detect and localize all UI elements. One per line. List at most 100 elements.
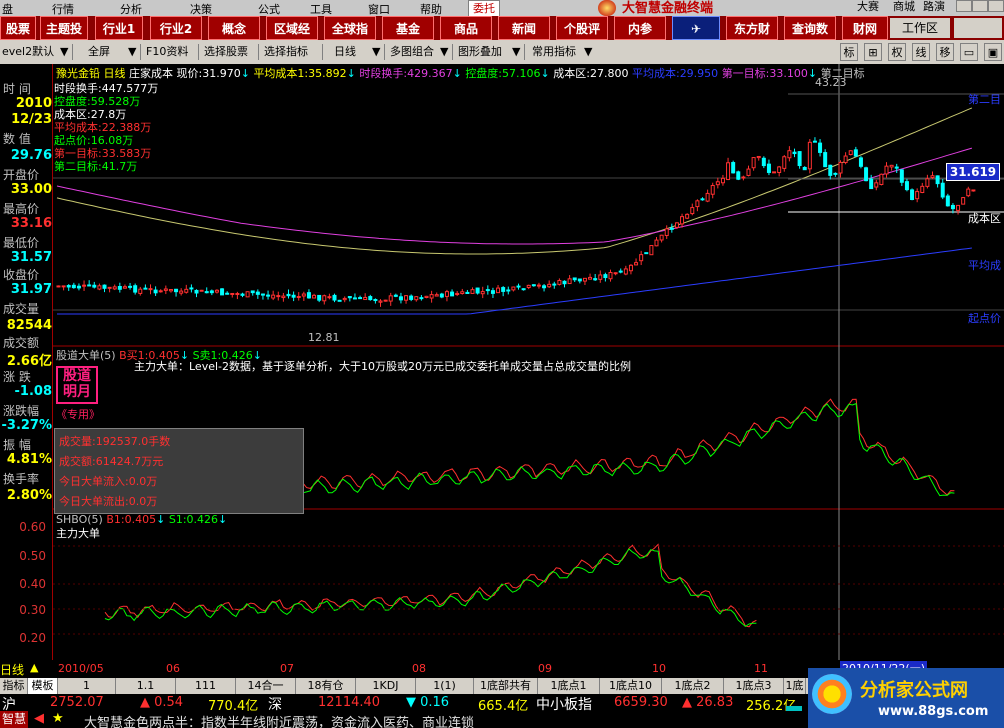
overlay-button[interactable]: 图形叠加 bbox=[458, 44, 502, 60]
select-stock-button[interactable]: 选择股票 bbox=[204, 44, 248, 60]
flower-logo-icon bbox=[812, 674, 852, 714]
toolbar-topic-button[interactable]: 主题投 bbox=[40, 16, 88, 40]
toolbar-insider-button[interactable]: 内参 bbox=[614, 16, 666, 40]
select-indicator-button[interactable]: 选择指标 bbox=[264, 44, 308, 60]
stock-button[interactable]: 股票 bbox=[0, 16, 36, 40]
candle bbox=[654, 239, 659, 247]
x-label-08: 08 bbox=[412, 662, 426, 675]
tab-18-position[interactable]: 18有仓 bbox=[296, 678, 356, 694]
mark-button[interactable]: 标 bbox=[840, 43, 858, 61]
fullscreen-button[interactable]: 全屏 bbox=[88, 44, 110, 60]
toolbar-finance-button[interactable]: 财网 bbox=[842, 16, 888, 40]
ticker-text[interactable]: 大智慧金色两点半：指数半年线附近震荡，资金流入医药、商业连锁 bbox=[84, 712, 794, 728]
common-indicator-button[interactable]: 常用指标 bbox=[532, 44, 576, 60]
start-price-right-label: 起点价 bbox=[968, 312, 1001, 325]
candle bbox=[526, 284, 531, 288]
x-period-marker-icon[interactable]: ▲ bbox=[30, 661, 38, 674]
menu-mall[interactable]: 商城 bbox=[893, 0, 915, 14]
fullscreen-dropdown-icon[interactable]: ▼ bbox=[128, 44, 136, 60]
candle bbox=[792, 151, 797, 155]
candle bbox=[884, 165, 889, 175]
candle bbox=[910, 189, 915, 200]
level-selector[interactable]: evel2默认 bbox=[2, 44, 54, 60]
tab-bottom-1[interactable]: 1底点1 bbox=[538, 678, 600, 694]
period-dropdown-icon[interactable]: ▼ bbox=[372, 44, 380, 60]
stock-name: 豫光金铅 bbox=[56, 67, 100, 80]
tab-1kdj[interactable]: 1KDJ bbox=[356, 678, 416, 694]
tab-bottom-10[interactable]: 1底点10 bbox=[600, 678, 662, 694]
tab-1-paren[interactable]: 1(1) bbox=[416, 678, 474, 694]
candle bbox=[935, 175, 940, 185]
candle bbox=[705, 192, 710, 202]
tab-14-in-1[interactable]: 14合一 bbox=[236, 678, 296, 694]
overlay-dropdown-icon[interactable]: ▼ bbox=[512, 44, 520, 60]
x-label-06: 06 bbox=[166, 662, 180, 675]
amount-label: 成交额 bbox=[3, 336, 40, 350]
toolbar-logo-button[interactable]: ✈ bbox=[672, 16, 720, 40]
tab-111[interactable]: 111 bbox=[176, 678, 236, 694]
toolbar-fund-button[interactable]: 基金 bbox=[382, 16, 434, 40]
toolbar-query-button[interactable]: 查询数 bbox=[784, 16, 836, 40]
f10-button[interactable]: F10资料 bbox=[146, 44, 188, 60]
common-dropdown-icon[interactable]: ▼ bbox=[584, 44, 592, 60]
rights-button[interactable]: 权 bbox=[888, 43, 906, 61]
ticker-left-icon[interactable]: ◀ bbox=[34, 711, 44, 726]
multi-dropdown-icon[interactable]: ▼ bbox=[440, 44, 448, 60]
candle bbox=[414, 296, 419, 301]
zx-index: 6659.30 bbox=[614, 695, 668, 710]
tab-indicator[interactable]: 指标 bbox=[0, 678, 28, 694]
multi-chart-button[interactable]: 多图组合 bbox=[390, 44, 434, 60]
candle bbox=[158, 290, 163, 293]
exclusive-label: 《专用》 bbox=[56, 408, 100, 421]
toolbar-stock-review-button[interactable]: 个股评 bbox=[556, 16, 608, 40]
candle bbox=[291, 294, 296, 298]
candle bbox=[506, 289, 511, 292]
tab-bottom-3[interactable]: 1底点3 bbox=[724, 678, 784, 694]
candle bbox=[761, 157, 766, 167]
candle bbox=[726, 162, 731, 181]
level-dropdown-icon[interactable]: ▼ bbox=[60, 44, 68, 60]
toolbar-concept-button[interactable]: 概念 bbox=[208, 16, 260, 40]
candle bbox=[869, 178, 874, 190]
move-button[interactable]: 移 bbox=[936, 43, 954, 61]
menu-contest[interactable]: 大赛 bbox=[857, 0, 879, 14]
candle bbox=[823, 152, 828, 168]
candle bbox=[833, 172, 838, 175]
candle bbox=[133, 285, 138, 293]
close-button[interactable] bbox=[988, 0, 1004, 12]
grid-button[interactable]: ⊞ bbox=[864, 43, 882, 61]
candle bbox=[424, 295, 429, 298]
line-button[interactable]: 线 bbox=[912, 43, 930, 61]
period-selector[interactable]: 日线 bbox=[334, 44, 356, 60]
toolbar-eastmoney-button[interactable]: 东方财 bbox=[726, 16, 778, 40]
candle bbox=[352, 297, 357, 300]
toolbar-industry2-button[interactable]: 行业2 bbox=[150, 16, 202, 40]
candle bbox=[312, 294, 317, 299]
tab-bottom-2[interactable]: 1底点2 bbox=[662, 678, 724, 694]
menu-roadshow[interactable]: 路演 bbox=[923, 0, 945, 14]
workspace-button[interactable]: 工作区 bbox=[890, 18, 950, 38]
maximize-chart-button[interactable]: ▣ bbox=[984, 43, 1002, 61]
tab-1-1[interactable]: 1.1 bbox=[116, 678, 176, 694]
candle bbox=[138, 288, 143, 294]
candle bbox=[250, 290, 255, 294]
candle bbox=[920, 185, 925, 194]
toolbar-news-button[interactable]: 新闻 bbox=[498, 16, 550, 40]
toolbar-commodity-button[interactable]: 商品 bbox=[440, 16, 492, 40]
toolbar-region-button[interactable]: 区域经 bbox=[266, 16, 318, 40]
candle bbox=[618, 270, 623, 273]
tab-template[interactable]: 模板 bbox=[28, 678, 58, 694]
restore-button[interactable] bbox=[972, 0, 988, 12]
tab-bottom-more[interactable]: 1底 bbox=[784, 678, 806, 694]
minimize-button[interactable] bbox=[956, 0, 972, 12]
tab-bottom-common[interactable]: 1底部共有 bbox=[474, 678, 538, 694]
window-button[interactable]: ▭ bbox=[960, 43, 978, 61]
avg-cost-value: 29.950 bbox=[679, 67, 719, 80]
toolbar-global-button[interactable]: 全球指 bbox=[324, 16, 376, 40]
candle bbox=[363, 296, 368, 301]
candle bbox=[766, 163, 771, 173]
candle bbox=[567, 278, 572, 285]
tab-1[interactable]: 1 bbox=[58, 678, 116, 694]
toolbar-industry1-button[interactable]: 行业1 bbox=[95, 16, 143, 40]
candle bbox=[879, 173, 884, 185]
